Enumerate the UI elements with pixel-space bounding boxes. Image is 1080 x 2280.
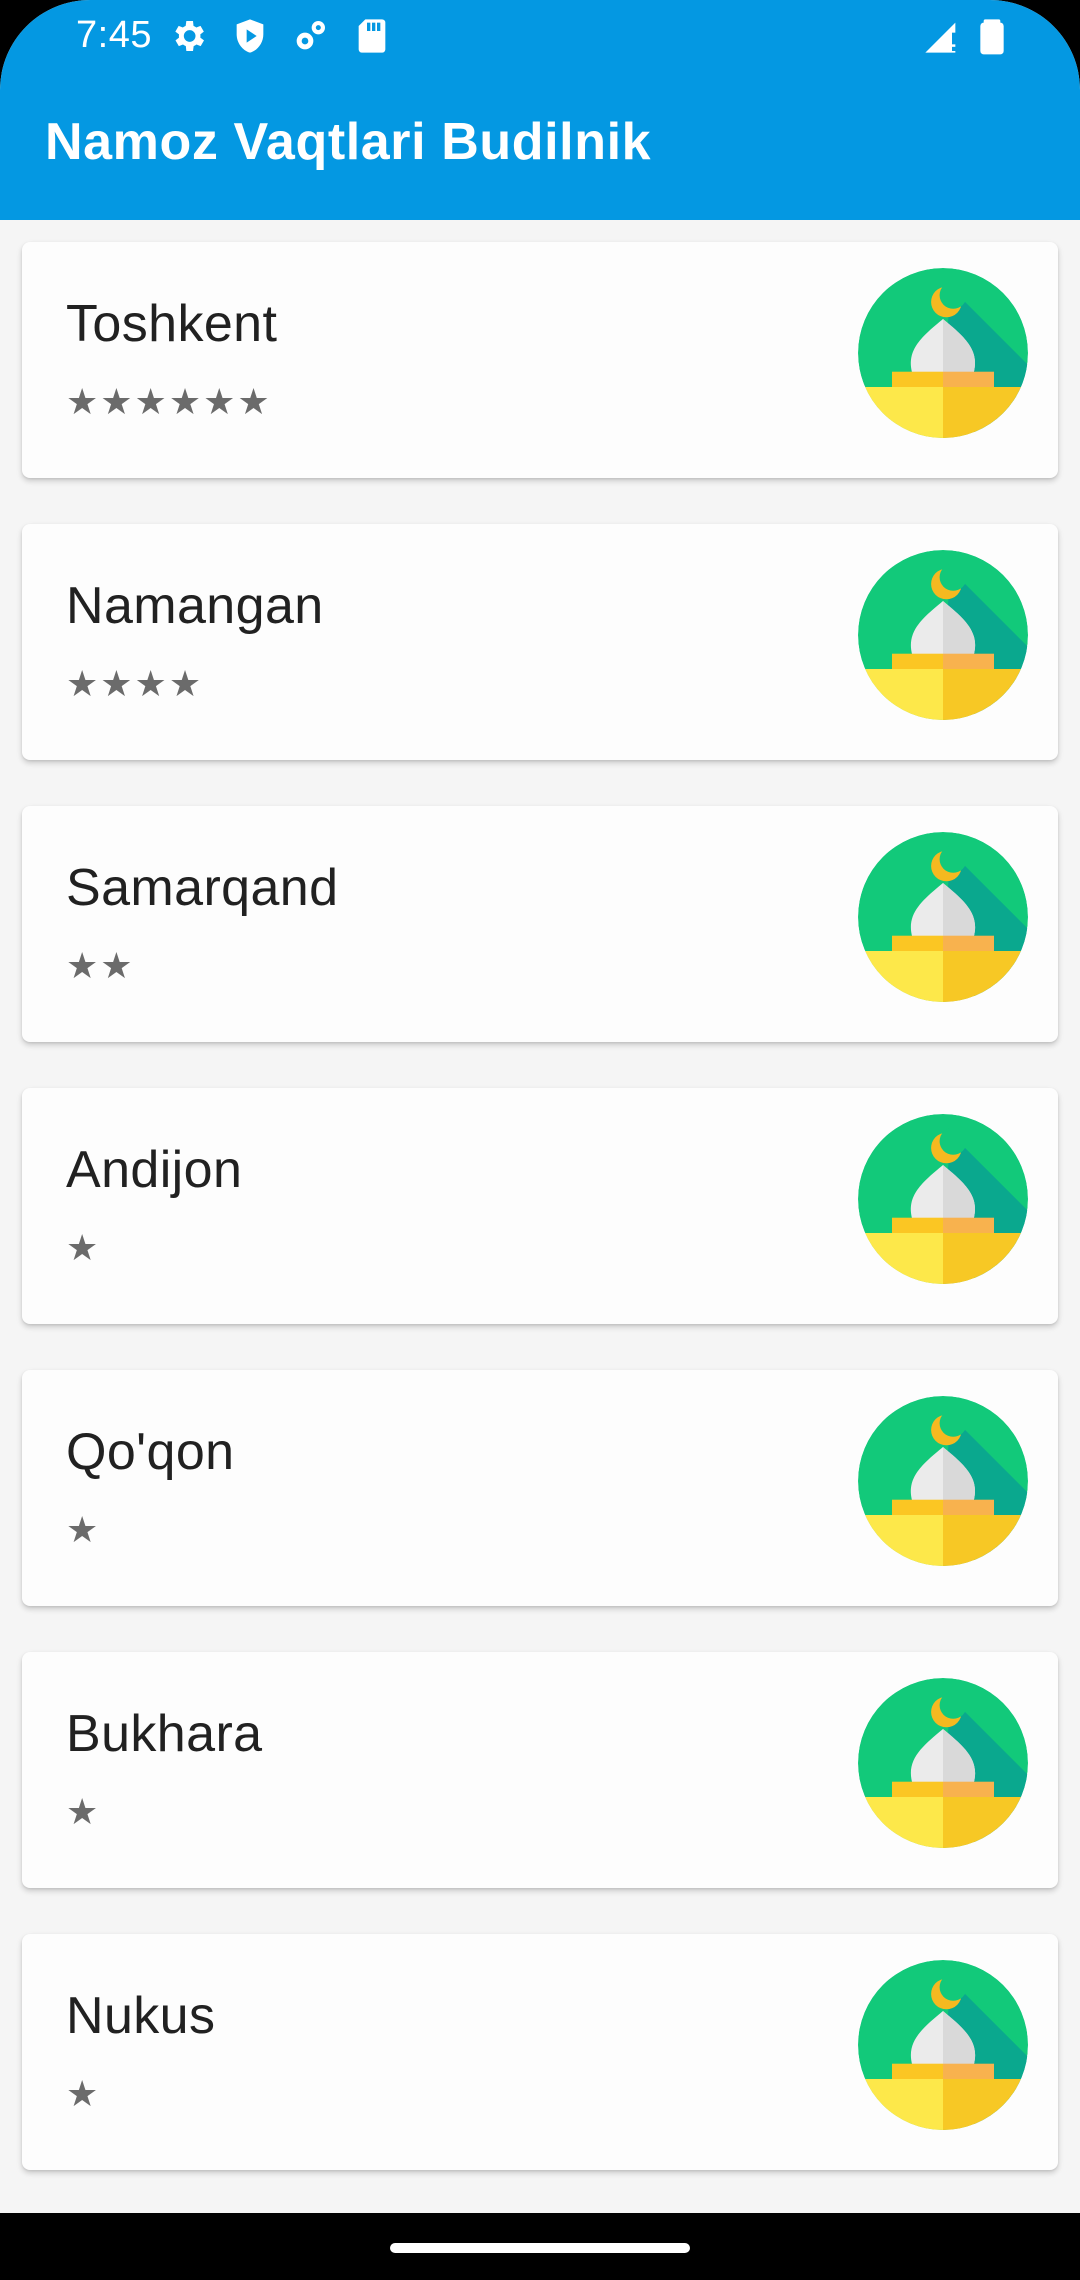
city-card[interactable]: Namangan ★★★★ xyxy=(22,524,1058,760)
city-name: Qo'qon xyxy=(66,1423,235,1481)
city-rating-stars: ★ xyxy=(66,1228,101,1269)
city-rating-stars: ★ xyxy=(66,2074,101,2115)
mosque-icon xyxy=(858,832,1028,1002)
city-card[interactable]: Qo'qon ★ xyxy=(22,1370,1058,1606)
status-time: 7:45 xyxy=(76,14,152,56)
city-name: Bukhara xyxy=(66,1705,263,1763)
battery-icon xyxy=(980,19,1004,55)
city-card[interactable]: Toshkent ★★★★★★ xyxy=(22,242,1058,478)
mosque-icon xyxy=(858,1960,1028,2130)
city-card[interactable]: Samarqand ★★ xyxy=(22,806,1058,1042)
city-rating-stars: ★ xyxy=(66,1510,101,1551)
top-app-bar: 7:45 Namoz Vaqtlari Budilnik xyxy=(0,0,1080,220)
city-name: Nukus xyxy=(66,1987,216,2045)
city-rating-stars: ★★★★ xyxy=(66,664,204,705)
mosque-icon xyxy=(858,1678,1028,1848)
mosque-icon xyxy=(858,268,1028,438)
play-protect-icon xyxy=(236,19,264,53)
city-name: Andijon xyxy=(66,1141,243,1199)
city-rating-stars: ★ xyxy=(66,1792,101,1833)
mosque-icon xyxy=(858,1396,1028,1566)
city-card[interactable]: Nukus ★ xyxy=(22,1934,1058,2170)
navigation-bar xyxy=(0,2213,1080,2280)
city-name: Namangan xyxy=(66,577,324,635)
status-bar: 7:45 xyxy=(0,0,1080,72)
settings-icon xyxy=(175,21,204,51)
city-rating-stars: ★★★★★★ xyxy=(66,382,272,423)
city-rating-stars: ★★ xyxy=(66,946,135,987)
sd-card-icon xyxy=(358,19,386,53)
mosque-icon xyxy=(858,1114,1028,1284)
signal-icon xyxy=(925,22,957,53)
app-title: Namoz Vaqtlari Budilnik xyxy=(45,113,652,171)
home-indicator[interactable] xyxy=(390,2243,690,2253)
city-name: Samarqand xyxy=(66,859,339,917)
settings-gear-icon xyxy=(296,21,325,50)
city-card[interactable]: Andijon ★ xyxy=(22,1088,1058,1324)
city-card[interactable]: Bukhara ★ xyxy=(22,1652,1058,1888)
city-name: Toshkent xyxy=(66,295,278,353)
app-screen: 7:45 Namoz Vaqtlari Budilnik Toshkent ★★… xyxy=(0,0,1080,2280)
mosque-icon xyxy=(858,550,1028,720)
